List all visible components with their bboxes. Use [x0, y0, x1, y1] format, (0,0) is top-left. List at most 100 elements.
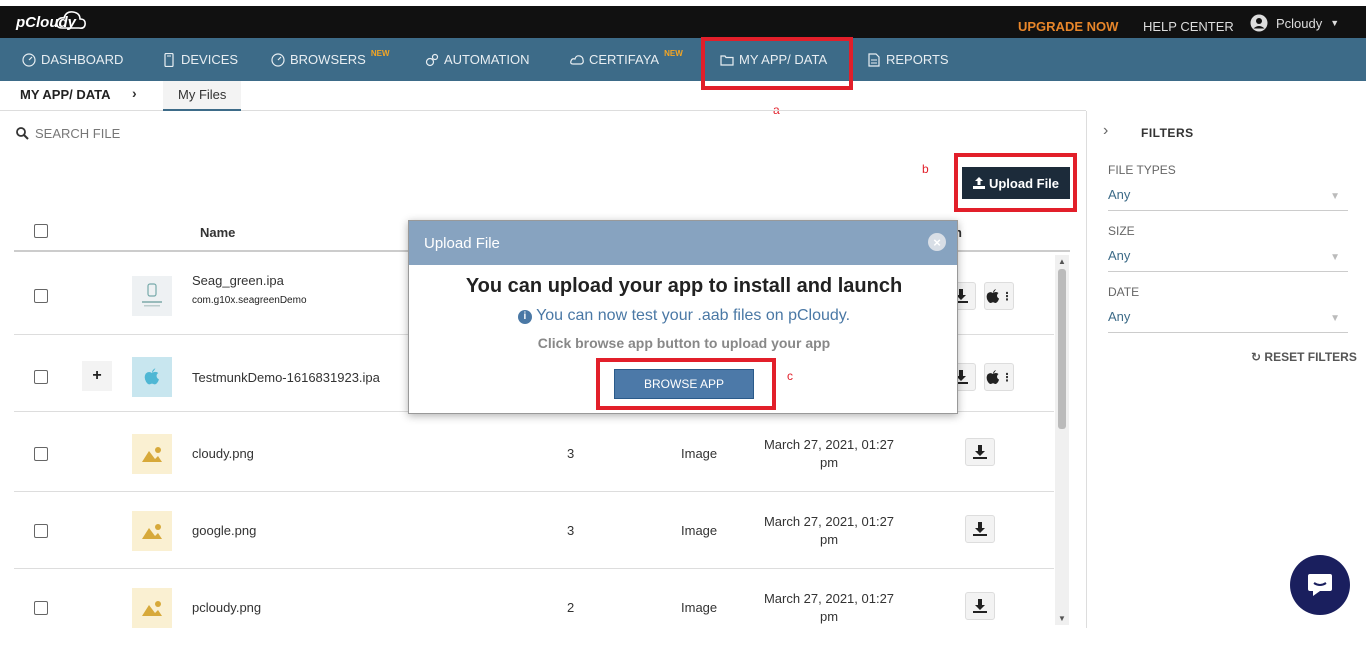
ios-install-menu-button[interactable]: ⋮ — [984, 363, 1014, 391]
filters-title: FILTERS — [1141, 126, 1194, 140]
app-thumbnail — [132, 357, 172, 397]
info-icon: i — [517, 310, 532, 324]
chevron-down-icon: ▼ — [1330, 252, 1340, 263]
nav-browsers[interactable]: BROWSERS NEW — [271, 49, 390, 67]
date-select[interactable]: Any ▼ — [1108, 309, 1348, 333]
kebab-menu-icon: ⋮ — [1001, 371, 1013, 384]
download-icon — [973, 522, 987, 536]
scroll-up-icon[interactable]: ▲ — [1058, 257, 1066, 266]
row-checkbox[interactable] — [34, 447, 48, 461]
date-label: DATE — [1108, 285, 1140, 299]
annotation-label-c: c — [787, 369, 793, 383]
main-nav: DASHBOARD DEVICES BROWSERS NEW AUTOMATIO… — [0, 38, 1366, 81]
ios-install-menu-button[interactable]: ⋮ — [984, 282, 1014, 310]
gauge-icon — [22, 52, 36, 67]
image-thumbnail — [132, 434, 172, 474]
row-checkbox[interactable] — [34, 289, 48, 303]
file-name[interactable]: Seag_green.ipa — [192, 273, 284, 288]
download-icon — [973, 599, 987, 613]
nav-reports[interactable]: REPORTS — [867, 52, 949, 67]
file-name[interactable]: cloudy.png — [192, 446, 254, 461]
reset-filters-button[interactable]: ↻ RESET FILTERS — [1251, 350, 1357, 364]
breadcrumb-section[interactable]: MY APP/ DATA — [20, 87, 111, 102]
close-icon[interactable]: × — [928, 233, 946, 251]
scroll-down-icon[interactable]: ▼ — [1058, 614, 1066, 623]
file-type: Image — [681, 446, 718, 461]
chevron-right-icon: › — [132, 85, 137, 101]
tab-my-files[interactable]: My Files — [163, 81, 242, 111]
app-logo-icon — [142, 283, 162, 307]
download-button[interactable] — [965, 438, 995, 466]
gears-icon — [425, 53, 439, 66]
pcloudy-logo[interactable]: pCloudy — [16, 11, 86, 31]
file-package: com.g10x.seagreenDemo — [192, 295, 307, 306]
file-type: Image — [681, 600, 718, 615]
file-name[interactable]: TestmunkDemo-1616831923.ipa — [192, 370, 380, 385]
search-file[interactable]: SEARCH FILE — [16, 126, 120, 141]
cloud-icon — [56, 11, 86, 29]
row-checkbox[interactable] — [34, 524, 48, 538]
scrollbar-thumb[interactable] — [1058, 269, 1066, 429]
app-thumbnail — [132, 276, 172, 316]
modal-info: i You can now test your .aab files on pC… — [409, 307, 959, 325]
file-count: 2 — [567, 600, 575, 615]
modal-info-text: You can now test your .aab files on pClo… — [536, 307, 851, 324]
chat-widget-button[interactable] — [1290, 555, 1350, 615]
search-placeholder: SEARCH FILE — [35, 126, 121, 141]
file-date: March 27, 2021, 01:27 pm — [763, 437, 895, 470]
top-bar: pCloudy UPGRADE NOW HELP CENTER Pcloudy … — [0, 0, 1366, 38]
file-type: Image — [681, 523, 718, 538]
user-name: Pcloudy — [1276, 15, 1323, 31]
table-row[interactable]: pcloudy.png 2 Image March 27, 2021, 01:2… — [14, 569, 1054, 646]
breadcrumb: MY APP/ DATA › My Files — [0, 81, 1086, 111]
kebab-menu-icon: ⋮ — [1001, 290, 1013, 303]
modal-title: You can upload your app to install and l… — [465, 275, 903, 297]
download-button[interactable] — [965, 515, 995, 543]
file-types-select[interactable]: Any ▼ — [1108, 187, 1348, 211]
modal-hint: Click browse app button to upload your a… — [537, 335, 831, 351]
image-icon — [142, 524, 162, 539]
chevron-right-icon[interactable]: › — [1103, 122, 1108, 140]
table-row[interactable]: google.png 3 Image March 27, 2021, 01:27… — [14, 492, 1054, 569]
filters-panel: › FILTERS FILE TYPES Any ▼ SIZE Any ▼ DA… — [1086, 111, 1366, 628]
nav-automation[interactable]: AUTOMATION — [425, 52, 529, 67]
apple-icon — [986, 288, 999, 303]
modal-header: Upload File × — [409, 221, 957, 265]
download-button[interactable] — [965, 592, 995, 620]
user-avatar-icon — [1250, 14, 1268, 32]
download-icon — [973, 445, 987, 459]
file-name[interactable]: pcloudy.png — [192, 600, 261, 615]
image-thumbnail — [132, 511, 172, 551]
help-center-link[interactable]: HELP CENTER — [1143, 19, 1234, 34]
user-menu[interactable]: Pcloudy ▼ — [1250, 14, 1339, 32]
file-count: 3 — [567, 523, 575, 538]
modal-header-title: Upload File — [424, 235, 500, 252]
size-label: SIZE — [1108, 224, 1135, 238]
nav-certifaya[interactable]: CERTIFAYA NEW — [570, 49, 683, 67]
image-icon — [142, 601, 162, 616]
plus-icon: + — [92, 367, 102, 384]
file-name[interactable]: google.png — [192, 523, 256, 538]
row-checkbox[interactable] — [34, 370, 48, 384]
size-select[interactable]: Any ▼ — [1108, 248, 1348, 272]
expand-row-button[interactable]: + — [82, 361, 112, 391]
file-types-label: FILE TYPES — [1108, 163, 1176, 177]
nav-devices[interactable]: DEVICES — [162, 52, 238, 67]
nav-dashboard[interactable]: DASHBOARD — [22, 52, 123, 67]
file-count: 3 — [567, 446, 575, 461]
refresh-icon: ↻ — [1251, 350, 1262, 364]
apple-icon — [986, 369, 999, 384]
table-scrollbar[interactable]: ▲ ▼ — [1055, 255, 1069, 625]
annotation-label-b: b — [922, 162, 929, 176]
table-row[interactable]: cloudy.png 3 Image March 27, 2021, 01:27… — [14, 415, 1054, 492]
upgrade-now-link[interactable]: UPGRADE NOW — [1018, 19, 1118, 34]
chevron-down-icon: ▼ — [1330, 191, 1340, 202]
gauge-icon — [271, 52, 285, 67]
select-all-checkbox[interactable] — [34, 224, 48, 238]
chat-icon — [1308, 574, 1332, 596]
file-date: March 27, 2021, 01:27 pm — [763, 514, 895, 547]
row-checkbox[interactable] — [34, 601, 48, 615]
annotation-box-b — [954, 153, 1077, 212]
apple-icon — [144, 368, 159, 385]
column-header-name[interactable]: Name — [200, 225, 235, 240]
